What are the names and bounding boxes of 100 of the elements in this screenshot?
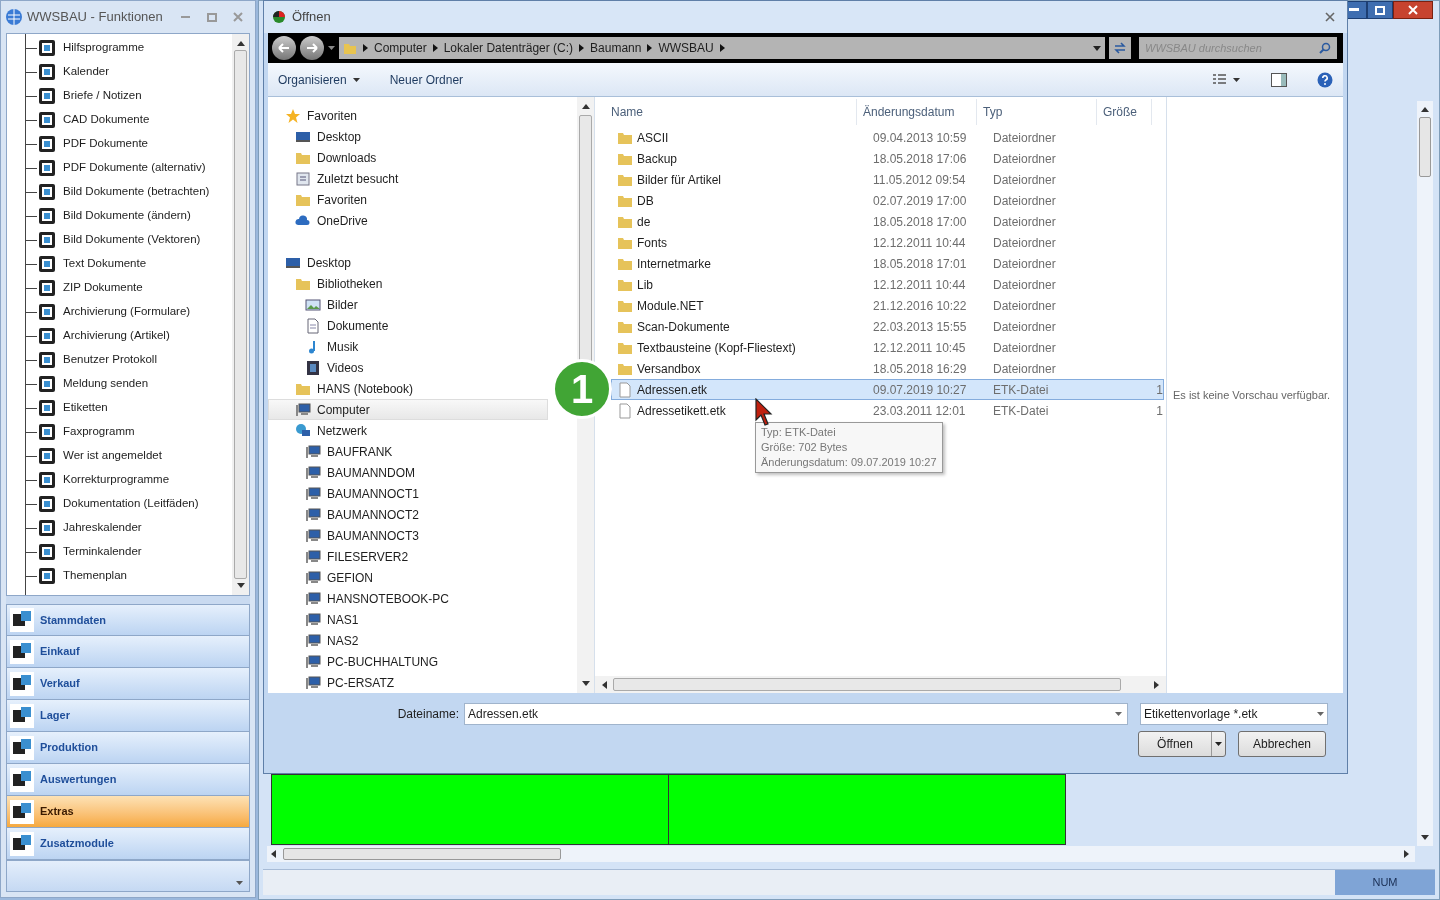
nav-tree-item[interactable]: Computer xyxy=(268,399,548,420)
tree-item[interactable]: Terminkalender xyxy=(63,543,142,561)
tree-item[interactable]: ZIP Dokumente xyxy=(63,279,143,297)
tree-item[interactable]: Kalender xyxy=(63,63,110,81)
nav-button[interactable]: Verkauf xyxy=(6,668,250,700)
nav-tree-item[interactable]: Bilder xyxy=(268,294,363,315)
file-row[interactable]: Versandbox 18.05.2018 16:29 Dateiordner xyxy=(611,358,1164,379)
tree-item[interactable]: Hilfsprogramme xyxy=(63,39,145,57)
nav-tree-item[interactable]: Favoriten xyxy=(268,105,363,126)
nav-tree-item[interactable]: Desktop xyxy=(268,126,367,147)
breadcrumb-field[interactable]: Computer Lokaler Datenträger (C:) Baumann WWSBAU xyxy=(339,37,1105,59)
column-header[interactable]: Typ xyxy=(976,99,1096,125)
nav-button[interactable]: Produktion xyxy=(6,732,250,764)
tree-item[interactable]: Bild Dokumente (ändern) xyxy=(63,207,191,225)
organize-menu[interactable]: Organisieren xyxy=(278,70,360,89)
caret-icon[interactable] xyxy=(328,46,335,50)
file-row[interactable]: Scan-Dokumente 22.03.2013 15:55 Dateiordner xyxy=(611,316,1164,337)
file-row[interactable]: Adressen.etk 09.07.2019 10:27 ETK-Datei 1 xyxy=(611,379,1164,400)
file-row[interactable]: Lib 12.12.2011 10:44 Dateiordner xyxy=(611,274,1164,295)
maximize-button[interactable] xyxy=(1367,1,1393,19)
caret-icon[interactable] xyxy=(1093,45,1101,51)
nav-button[interactable]: Auswertungen xyxy=(6,764,250,796)
view-options-icon[interactable] xyxy=(1213,73,1241,86)
tree-item[interactable]: Wer ist angemeldet xyxy=(63,447,162,465)
file-row[interactable]: Adressetikett.etk 23.03.2011 12:01 ETK-Datei 1 xyxy=(611,400,1164,421)
vertical-scrollbar[interactable] xyxy=(232,34,249,595)
nav-tree-item[interactable]: Favoriten xyxy=(268,189,373,210)
nav-tree-item[interactable]: Dokumente xyxy=(268,315,394,336)
file-type-dropdown[interactable]: Etikettenvorlage *.etk xyxy=(1140,703,1328,725)
nav-tree-item[interactable]: PC-BUCHHALTUNG xyxy=(268,651,444,672)
tree-item[interactable]: Benutzer Protokoll xyxy=(63,351,157,369)
tree-item[interactable]: Text Dokumente xyxy=(63,255,147,273)
breadcrumb-item[interactable]: Baumann xyxy=(590,39,642,57)
nav-tree-item[interactable]: HANS (Notebook) xyxy=(268,378,419,399)
nav-tree-item[interactable]: Zuletzt besucht xyxy=(268,168,404,189)
nav-tree-item[interactable]: NAS2 xyxy=(268,630,364,651)
tree-item[interactable]: Bild Dokumente (betrachten) xyxy=(63,183,210,201)
chevron-icon[interactable] xyxy=(432,44,438,52)
nav-button[interactable]: Lager xyxy=(6,700,250,732)
tree-item[interactable]: PDF Dokumente xyxy=(63,135,148,153)
tree-item[interactable]: Dokumentation (Leitfäden) xyxy=(63,495,199,513)
tree-item[interactable]: Briefe / Notizen xyxy=(63,87,142,105)
column-header[interactable]: Name xyxy=(595,99,856,125)
nav-tree-item[interactable]: PC-ERSATZ xyxy=(268,672,400,693)
nav-tree-item[interactable]: Netzwerk xyxy=(268,420,372,441)
close-button[interactable] xyxy=(1393,1,1433,19)
nav-tree-item[interactable]: Musik xyxy=(268,336,364,357)
tree-item[interactable]: PDF Dokumente (alternativ) xyxy=(63,159,206,177)
nav-tree-item[interactable]: Bibliotheken xyxy=(268,273,388,294)
tree-item[interactable]: Meldung senden xyxy=(63,375,149,393)
nav-tree-item[interactable]: NAS1 xyxy=(268,609,364,630)
scroll-thumb[interactable] xyxy=(613,678,1121,691)
chevron-icon[interactable] xyxy=(647,44,653,52)
nav-tree-item[interactable]: Downloads xyxy=(268,147,382,168)
back-button[interactable] xyxy=(272,36,296,60)
file-row[interactable]: Textbausteine (Kopf-Fliestext) 12.12.2011 10:45 Dateiordner xyxy=(611,337,1164,358)
scroll-thumb[interactable] xyxy=(234,50,247,579)
file-row[interactable]: Bilder für Artikel 11.05.2012 09:54 Dateiordner xyxy=(611,169,1164,190)
nav-tree-item[interactable]: HANSNOTEBOOK-PC xyxy=(268,588,454,609)
horizontal-scrollbar[interactable] xyxy=(595,676,1166,693)
nav-button[interactable]: Zusatzmodule xyxy=(6,828,250,860)
breadcrumb-item[interactable]: Lokaler Datenträger (C:) xyxy=(443,39,574,57)
chevron-icon[interactable] xyxy=(579,44,585,52)
dropdown-button[interactable] xyxy=(1211,732,1225,756)
chevron-icon[interactable] xyxy=(719,44,725,52)
cancel-button[interactable]: Abbrechen xyxy=(1238,731,1326,757)
tree-item[interactable]: Themenplan xyxy=(63,567,127,585)
tree-item[interactable]: Archivierung (Artikel) xyxy=(63,327,170,345)
file-row[interactable]: ASCII 09.04.2013 10:59 Dateiordner xyxy=(611,127,1164,148)
horizontal-scrollbar[interactable] xyxy=(267,846,1415,862)
close-icon[interactable] xyxy=(1325,12,1335,22)
help-icon[interactable] xyxy=(1317,71,1333,88)
nav-tree-item[interactable]: Desktop xyxy=(268,252,357,273)
nav-tree-item[interactable]: Videos xyxy=(268,357,369,378)
tree-item[interactable]: Bild Dokumente (Vektoren) xyxy=(63,231,201,249)
nav-button[interactable]: Einkauf xyxy=(6,636,250,668)
file-row[interactable]: Internetmarke 18.05.2018 17:01 Dateiordner xyxy=(611,253,1164,274)
nav-button[interactable]: Extras xyxy=(6,796,250,828)
preview-pane-icon[interactable] xyxy=(1271,72,1287,87)
column-header[interactable]: Größe xyxy=(1096,99,1152,125)
nav-tree-item[interactable]: BAUMANNOCT1 xyxy=(268,483,424,504)
nav-button[interactable]: Stammdaten xyxy=(6,604,250,636)
tree-item[interactable]: Etiketten xyxy=(63,399,108,417)
tree-item[interactable]: Korrekturprogramme xyxy=(63,471,170,489)
tree-item[interactable]: CAD Dokumente xyxy=(63,111,150,129)
file-row[interactable]: DB 02.07.2019 17:00 Dateiordner xyxy=(611,190,1164,211)
nav-tree-item[interactable]: BAUFRANK xyxy=(268,441,398,462)
nav-tree-item[interactable]: FILESERVER2 xyxy=(268,546,414,567)
scroll-thumb[interactable] xyxy=(1419,117,1431,177)
nav-tree-item[interactable]: BAUMANNDOM xyxy=(268,462,420,483)
nav-tree-item[interactable]: GEFION xyxy=(268,567,378,588)
tree-item[interactable]: Jahreskalender xyxy=(63,519,142,537)
forward-button[interactable] xyxy=(300,36,324,60)
nav-tree-item[interactable]: OneDrive xyxy=(268,210,373,231)
scroll-thumb[interactable] xyxy=(283,848,561,860)
column-header[interactable]: Änderungsdatum xyxy=(856,99,976,125)
nav-tree-item[interactable]: BAUMANNOCT3 xyxy=(268,525,424,546)
tree-item[interactable]: Archivierung (Formulare) xyxy=(63,303,191,321)
file-row[interactable]: Module.NET 21.12.2016 10:22 Dateiordner xyxy=(611,295,1164,316)
file-row[interactable]: de 18.05.2018 17:00 Dateiordner xyxy=(611,211,1164,232)
